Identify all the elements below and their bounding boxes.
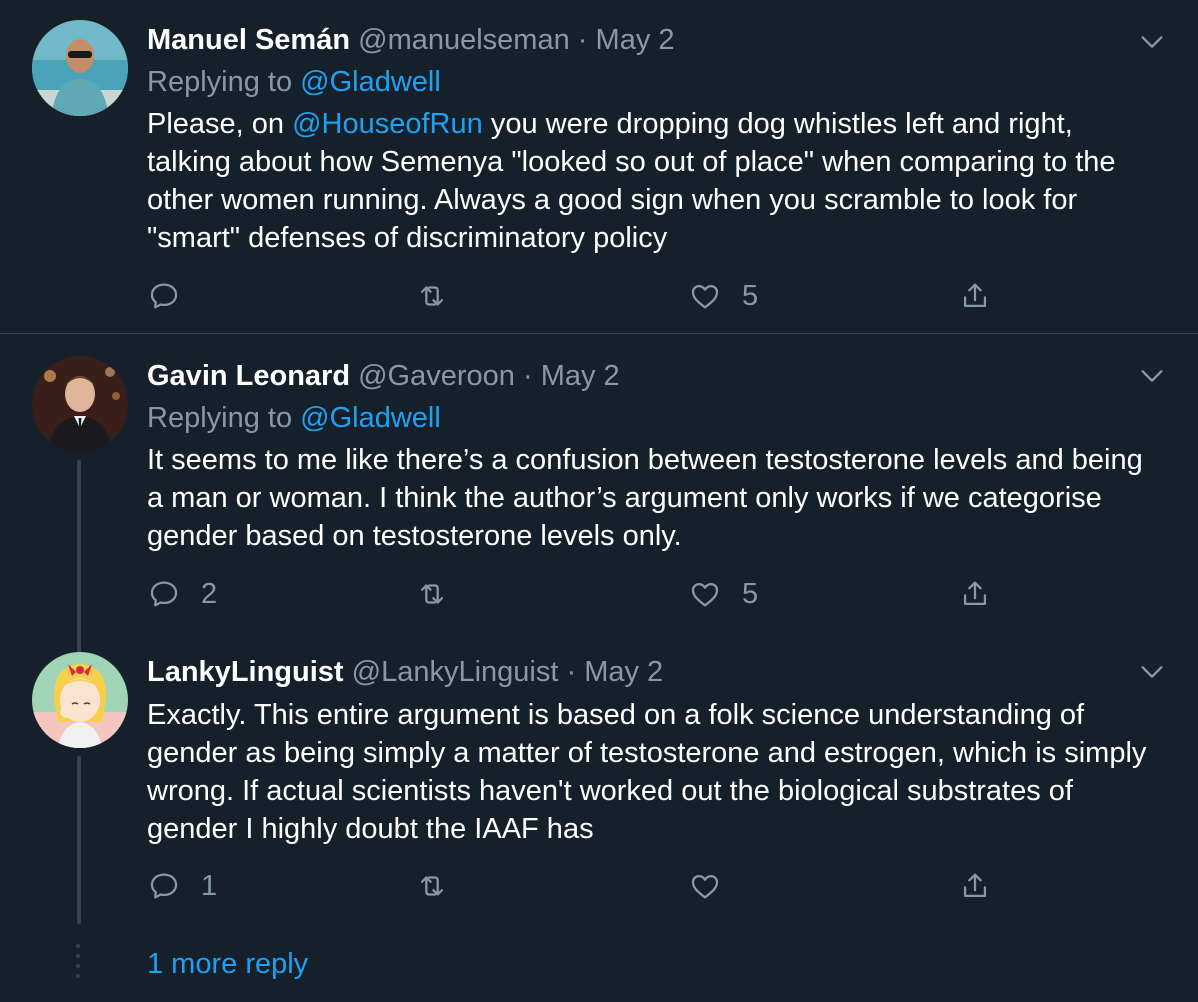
avatar[interactable] — [32, 20, 128, 116]
tweet-header: Manuel Semán @manuelseman · May 2 — [147, 20, 675, 60]
tweet-text: It seems to me like there’s a confusion … — [147, 444, 1143, 552]
reply-button[interactable]: 1 — [147, 866, 217, 906]
replying-to: Replying to @Gladwell — [147, 398, 441, 438]
tweet-text-part: Please, on — [147, 108, 293, 140]
share-icon — [963, 581, 987, 606]
tweet[interactable]: LankyLinguist @LankyLinguist · May 2 Exa… — [0, 652, 1198, 932]
chevron-down-icon[interactable] — [1138, 658, 1166, 686]
separator-dot: · — [566, 656, 577, 688]
like-count: 5 — [742, 279, 759, 312]
author-name[interactable]: LankyLinguist — [147, 656, 344, 688]
like-button[interactable]: 5 — [688, 574, 758, 614]
tweet[interactable]: Gavin Leonard @Gaveroon · May 2 Replying… — [0, 356, 1198, 710]
replying-to-label: Replying to — [147, 66, 293, 98]
retweet-icon — [420, 876, 444, 896]
mention-link[interactable]: @HouseofRun — [292, 108, 483, 140]
tweet-date[interactable]: May 2 — [596, 24, 675, 56]
separator-dot: · — [577, 24, 588, 56]
author-handle[interactable]: @LankyLinguist — [352, 656, 559, 688]
chevron-down-icon[interactable] — [1138, 28, 1166, 56]
chevron-down-icon[interactable] — [1138, 362, 1166, 390]
divider — [0, 333, 1198, 334]
reply-button[interactable] — [147, 276, 201, 316]
more-replies-dots — [76, 944, 80, 984]
avatar[interactable] — [32, 652, 128, 748]
tweet[interactable]: Manuel Semán @manuelseman · May 2 Replyi… — [0, 20, 1198, 320]
share-icon — [963, 283, 987, 308]
retweet-icon — [420, 584, 444, 604]
like-count: 5 — [742, 577, 759, 610]
reply-icon — [150, 873, 178, 899]
tweet-actions: 5 — [147, 276, 1147, 316]
tweet-text: Please, on @HouseofRun you were dropping… — [147, 105, 1157, 257]
tweet-header: LankyLinguist @LankyLinguist · May 2 — [147, 652, 663, 692]
tweet-header: Gavin Leonard @Gaveroon · May 2 — [147, 356, 620, 396]
reply-count: 2 — [201, 577, 218, 610]
reply-count: 1 — [201, 869, 218, 902]
author-name[interactable]: Gavin Leonard — [147, 360, 350, 392]
retweet-button[interactable] — [415, 574, 469, 614]
share-button[interactable] — [958, 276, 992, 316]
reply-button[interactable]: 2 — [147, 574, 217, 614]
avatar[interactable] — [32, 356, 128, 452]
author-handle[interactable]: @manuelseman — [358, 24, 570, 56]
like-icon — [691, 874, 719, 899]
retweet-button[interactable] — [415, 866, 469, 906]
tweet-text: Exactly. This entire argument is based o… — [147, 699, 1147, 845]
tweet-date[interactable]: May 2 — [541, 360, 620, 392]
tweet-actions: 2 5 — [147, 574, 1147, 614]
tweet-date[interactable]: May 2 — [584, 656, 663, 688]
replying-to: Replying to @Gladwell — [147, 62, 441, 102]
like-button[interactable]: 5 — [688, 276, 758, 316]
author-handle[interactable]: @Gaveroon — [358, 360, 515, 392]
thread-line — [77, 756, 81, 924]
retweet-button[interactable] — [415, 276, 469, 316]
like-icon — [691, 582, 719, 607]
author-name[interactable]: Manuel Semán — [147, 24, 350, 56]
share-icon — [963, 873, 987, 898]
reply-icon — [150, 283, 178, 309]
replying-to-mention[interactable]: @Gladwell — [300, 66, 441, 98]
separator-dot: · — [522, 360, 533, 392]
share-button[interactable] — [958, 574, 992, 614]
tweet-actions: 1 — [147, 866, 1147, 906]
replying-to-label: Replying to — [147, 402, 293, 434]
like-button[interactable] — [688, 866, 742, 906]
share-button[interactable] — [958, 866, 992, 906]
retweet-icon — [420, 286, 444, 306]
more-replies-link[interactable]: 1 more reply — [147, 944, 308, 984]
like-icon — [691, 284, 719, 309]
reply-icon — [150, 581, 178, 607]
replying-to-mention[interactable]: @Gladwell — [300, 402, 441, 434]
conversation-thread: Manuel Semán @manuelseman · May 2 Replyi… — [0, 0, 1198, 1002]
